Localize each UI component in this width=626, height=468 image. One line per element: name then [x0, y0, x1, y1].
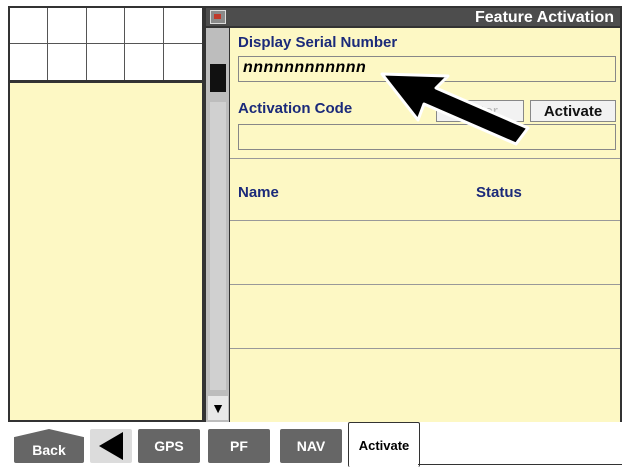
grid-cell[interactable] — [125, 44, 164, 80]
tab-baseline — [418, 464, 622, 465]
display-icon — [210, 10, 226, 24]
grid-cell[interactable] — [48, 8, 87, 44]
serial-number-label: Display Serial Number — [238, 34, 398, 51]
serial-number-value: nnnnnnnnnnnn — [243, 59, 367, 76]
activate-button[interactable]: Activate — [530, 100, 616, 122]
scroll-track[interactable] — [210, 102, 226, 390]
grid-cell[interactable] — [125, 8, 164, 44]
grid-cell[interactable] — [10, 44, 49, 80]
tab-pf[interactable]: PF — [208, 429, 270, 463]
activation-code-label: Activation Code — [238, 100, 353, 117]
shortcut-grid — [8, 6, 204, 82]
grid-cell[interactable] — [87, 44, 126, 80]
grid-cell[interactable] — [163, 8, 202, 44]
tab-nav[interactable]: NAV — [280, 429, 342, 463]
grid-cell[interactable] — [48, 44, 87, 80]
back-button-label: Back — [32, 442, 66, 458]
tab-activate-label: Activate — [358, 437, 410, 453]
scroll-thumb[interactable] — [210, 64, 226, 92]
callout-arrow-icon — [380, 72, 530, 146]
scrollbar[interactable]: ▼ — [204, 28, 230, 422]
table-row — [230, 348, 620, 349]
bottom-tab-bar: Back GPS PF NAV Activate — [8, 422, 622, 468]
column-header-name: Name — [238, 184, 279, 201]
back-button[interactable]: Back — [14, 429, 84, 463]
tab-activate[interactable]: Activate — [348, 422, 420, 467]
tab-gps-label: GPS — [154, 438, 184, 454]
page-header: Feature Activation — [204, 6, 622, 28]
grid-cell[interactable] — [86, 8, 126, 44]
grid-cell[interactable] — [10, 8, 49, 44]
triangle-down-icon: ▼ — [211, 400, 225, 416]
activate-button-label: Activate — [543, 102, 603, 120]
column-header-status: Status — [476, 184, 522, 201]
table-row — [230, 284, 620, 285]
table-row — [230, 220, 620, 221]
page-title: Feature Activation — [475, 9, 614, 26]
tab-nav-label: NAV — [296, 438, 326, 454]
previous-page-button[interactable] — [90, 429, 132, 463]
left-panel — [8, 82, 204, 422]
display-frame: Feature Activation ▼ Display Serial Numb… — [8, 6, 622, 468]
tab-pf-label: PF — [230, 438, 248, 454]
divider — [230, 158, 620, 159]
tab-gps[interactable]: GPS — [138, 429, 200, 463]
left-arrow-icon — [99, 432, 123, 460]
scroll-down-button[interactable]: ▼ — [208, 396, 228, 420]
grid-cell[interactable] — [164, 44, 202, 80]
